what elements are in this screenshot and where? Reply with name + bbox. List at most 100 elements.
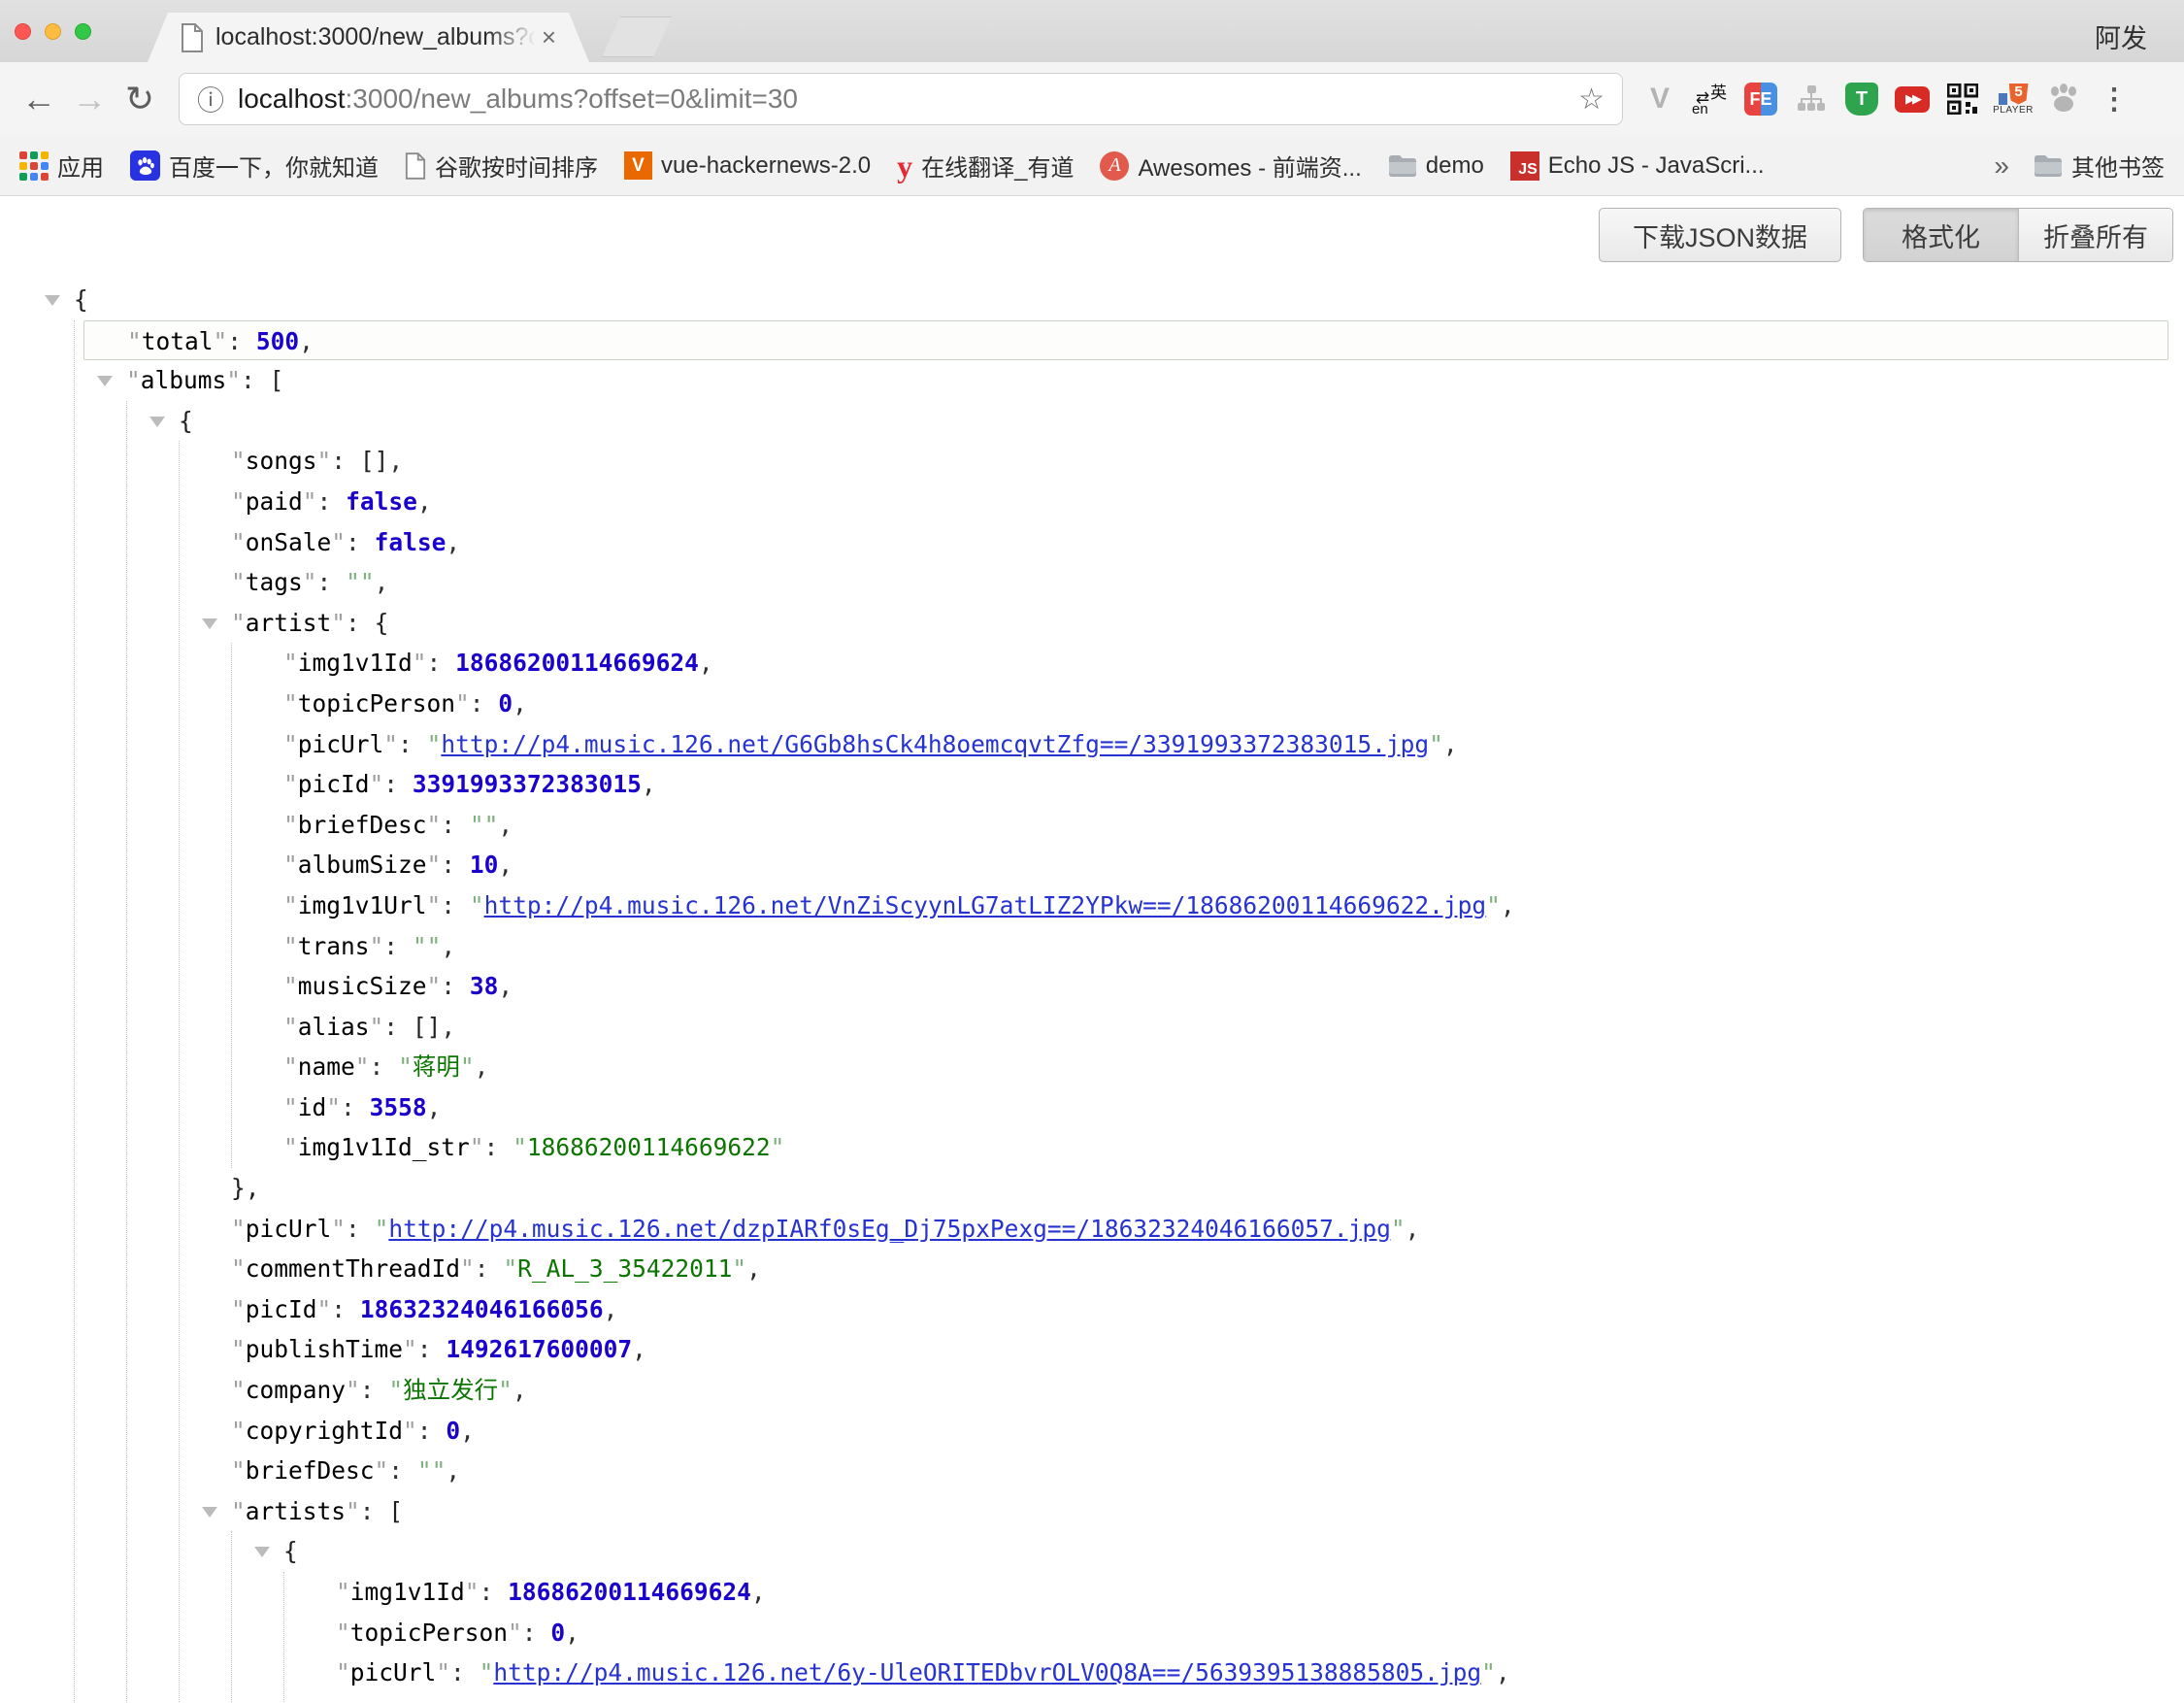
json-key-quote: " bbox=[283, 932, 298, 960]
reload-button[interactable]: ↻ bbox=[115, 79, 165, 119]
chrome-menu-icon[interactable]: ⋮ bbox=[2089, 78, 2139, 120]
json-number: 1492617600007 bbox=[446, 1335, 632, 1363]
json-key-quote: " bbox=[283, 891, 298, 919]
json-punct: , bbox=[441, 1013, 455, 1041]
format-button[interactable]: 格式化 bbox=[1864, 209, 2018, 261]
new-tab-button[interactable] bbox=[602, 17, 672, 57]
translate-icon[interactable]: 英 ⇄ en bbox=[1685, 78, 1736, 120]
collapse-toggle-icon[interactable] bbox=[202, 618, 217, 629]
json-key-quote: " bbox=[455, 689, 470, 718]
json-punct: , bbox=[446, 528, 460, 556]
bookmark-awesomes[interactable]: A Awesomes - 前端资... bbox=[1100, 149, 1361, 183]
json-action-bar: 下载JSON数据 格式化 折叠所有 bbox=[1599, 208, 2173, 262]
json-children: "total": 500,"albums": [{"songs": [],"pa… bbox=[74, 320, 2184, 1703]
json-punct: : bbox=[360, 1376, 389, 1404]
json-key: songs bbox=[246, 447, 317, 475]
json-punct: : bbox=[484, 1133, 513, 1161]
bookmark-google-sort[interactable]: 谷歌按时间排序 bbox=[405, 149, 598, 183]
collapse-toggle-icon[interactable] bbox=[149, 417, 165, 427]
json-children: "img1v1Id": 18686200114669624,"topicPers… bbox=[231, 643, 2184, 1168]
json-key: alias bbox=[298, 1013, 370, 1041]
fe-extension-icon[interactable]: FE bbox=[1736, 78, 1786, 120]
json-punct: : bbox=[383, 1013, 413, 1041]
json-key: albums bbox=[141, 366, 227, 394]
tab-close-icon[interactable]: × bbox=[542, 22, 556, 52]
bookmark-apps[interactable]: 应用 bbox=[19, 149, 104, 183]
json-string-quote: " bbox=[470, 891, 484, 919]
bookmark-echojs[interactable]: JS Echo JS - JavaScri... bbox=[1510, 151, 1765, 181]
vue-devtools-icon[interactable]: V bbox=[1635, 78, 1685, 120]
collapse-toggle-icon[interactable] bbox=[254, 1547, 270, 1557]
tampermonkey-icon[interactable]: T bbox=[1837, 78, 1887, 120]
json-key-quote: " bbox=[231, 568, 246, 596]
json-key: picId bbox=[246, 1295, 317, 1323]
json-string-quote: " bbox=[771, 1133, 785, 1161]
profile-name[interactable]: 阿发 bbox=[2095, 17, 2147, 55]
json-string-quote: " bbox=[413, 932, 427, 960]
json-key: id bbox=[298, 1093, 327, 1121]
collapse-toggle-icon[interactable] bbox=[45, 295, 60, 306]
json-url-link[interactable]: http://p4.music.126.net/G6Gb8hsCk4h8oemc… bbox=[441, 730, 1429, 758]
zoom-window-button[interactable] bbox=[75, 23, 91, 40]
bookmarks-bar: 应用 百度一下，你就知道 谷歌按时间排序 V vue-hackernews-2.… bbox=[0, 136, 2184, 196]
json-punct: : bbox=[522, 1619, 551, 1647]
folder-icon bbox=[2034, 154, 2063, 178]
json-punct: , bbox=[460, 1417, 475, 1445]
html5-player-icon[interactable]: 5 PLAYER bbox=[1988, 78, 2038, 120]
minimize-window-button[interactable] bbox=[45, 23, 61, 40]
json-url-link[interactable]: http://p4.music.126.net/6y-UleORITEDbvrO… bbox=[493, 1658, 1481, 1686]
json-string-quote: " bbox=[1391, 1215, 1406, 1243]
json-string-quote: " bbox=[1429, 730, 1443, 758]
url-text[interactable]: localhost:3000/new_albums?offset=0&limit… bbox=[238, 83, 1569, 115]
bookmark-star-icon[interactable]: ☆ bbox=[1578, 83, 1605, 117]
json-number: 0 bbox=[446, 1417, 460, 1445]
bookmark-folder-other[interactable]: 其他书签 bbox=[2034, 149, 2165, 183]
bookmark-baidu[interactable]: 百度一下，你就知道 bbox=[130, 149, 379, 183]
html5-glyph: 5 bbox=[1999, 83, 2029, 105]
paw-icon[interactable] bbox=[2038, 78, 2089, 120]
forward-button[interactable]: → bbox=[64, 79, 115, 119]
json-key-quote: " bbox=[231, 1254, 246, 1283]
url-bar[interactable]: ⓘ localhost:3000/new_albums?offset=0&lim… bbox=[179, 73, 1623, 125]
json-key-quote: " bbox=[336, 1699, 350, 1703]
bookmark-folder-demo[interactable]: demo bbox=[1388, 152, 1484, 180]
json-line: }, bbox=[231, 1168, 2184, 1209]
close-window-button[interactable] bbox=[15, 23, 31, 40]
json-key: topicPerson bbox=[298, 689, 455, 718]
bookmark-vue-hackernews[interactable]: V vue-hackernews-2.0 bbox=[624, 151, 871, 180]
json-children: "img1v1Id": 18686200114669624,"topicPers… bbox=[283, 1572, 2184, 1703]
json-key-quote: " bbox=[427, 972, 442, 1000]
json-brace: { bbox=[179, 407, 193, 435]
json-punct: , bbox=[565, 1619, 579, 1647]
awesomes-a-icon: A bbox=[1100, 151, 1129, 181]
json-string-quote: " bbox=[427, 730, 442, 758]
json-line: "picId": 0, bbox=[336, 1693, 2184, 1703]
download-json-button[interactable]: 下载JSON数据 bbox=[1599, 208, 1841, 262]
json-line: "img1v1Url": "http://p4.music.126.net/Vn… bbox=[283, 885, 2184, 926]
json-url-link[interactable]: http://p4.music.126.net/VnZiScyynLG7atLI… bbox=[484, 891, 1487, 919]
site-info-icon[interactable]: ⓘ bbox=[197, 80, 224, 118]
collapse-toggle-icon[interactable] bbox=[202, 1507, 217, 1518]
back-button[interactable]: ← bbox=[14, 79, 64, 119]
bookmark-label: 应用 bbox=[57, 149, 104, 183]
json-punct: , bbox=[751, 1578, 766, 1606]
json-key: topicPerson bbox=[350, 1619, 508, 1647]
fast-forward-icon[interactable]: ▶▶ bbox=[1887, 78, 1937, 120]
json-string: 蒋明 bbox=[413, 1052, 460, 1081]
json-key: picUrl bbox=[350, 1658, 437, 1686]
qr-code-icon[interactable] bbox=[1937, 78, 1988, 120]
collapse-all-button[interactable]: 折叠所有 bbox=[2018, 209, 2172, 261]
json-punct: , bbox=[746, 1254, 761, 1283]
json-punct: : bbox=[450, 1658, 480, 1686]
collapse-toggle-icon[interactable] bbox=[97, 376, 113, 386]
json-url-link[interactable]: http://p4.music.126.net/dzpIARf0sEg_Dj75… bbox=[388, 1215, 1391, 1243]
page-icon bbox=[405, 152, 426, 180]
json-key: paid bbox=[246, 487, 303, 516]
json-brace: [ bbox=[270, 366, 284, 394]
bookmark-youdao[interactable]: y 在线翻译_有道 bbox=[897, 149, 1074, 183]
browser-tab[interactable]: localhost:3000/new_albums?o × bbox=[148, 13, 589, 62]
json-number: false bbox=[375, 528, 447, 556]
json-punct: , bbox=[480, 1699, 494, 1703]
sitemap-icon[interactable] bbox=[1786, 78, 1837, 120]
bookmarks-overflow-chevron[interactable]: » bbox=[1994, 150, 2009, 182]
